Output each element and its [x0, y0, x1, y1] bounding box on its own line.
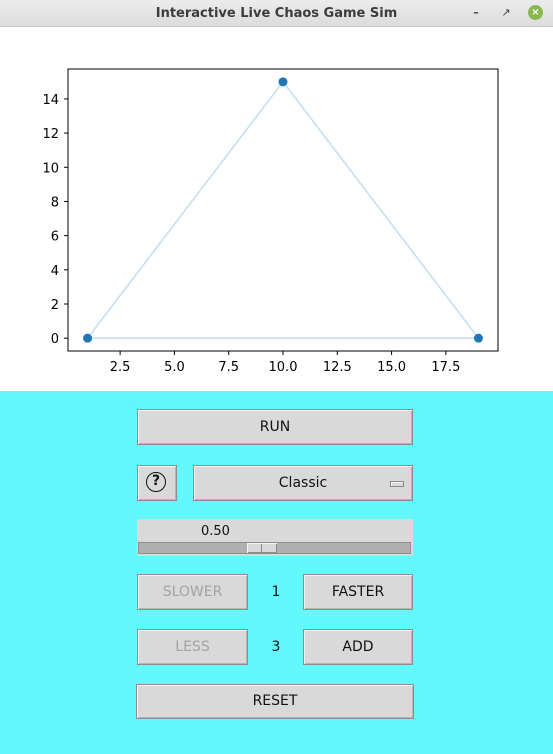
less-button-label: LESS — [175, 639, 210, 655]
chart-canvas: 2.5 5.0 7.5 10.0 12.5 15.0 17.5 0 2 4 6 8 10 12 14 — [42, 68, 499, 375]
run-button-label: RUN — [259, 419, 291, 435]
ratio-scale-handle[interactable] — [246, 543, 277, 553]
add-button-label: ADD — [342, 639, 374, 655]
ratio-scale-value: 0.50 — [201, 524, 230, 539]
chaos-game-plot: 2.5 5.0 7.5 10.0 12.5 15.0 17.5 0 2 4 6 8 10 12 14 — [0, 27, 553, 391]
x-tick-label: 7.5 — [218, 360, 239, 375]
y-tick-label: 6 — [51, 230, 59, 245]
faster-button-label: FASTER — [331, 584, 385, 600]
mode-dropdown-value: Classic — [278, 475, 328, 491]
slower-button-label: SLOWER — [162, 584, 223, 600]
x-tick-label: 10.0 — [269, 360, 298, 375]
dropdown-indicator-icon — [390, 481, 404, 487]
speed-value: 1 — [271, 584, 281, 600]
x-tick-label: 2.5 — [110, 360, 131, 375]
ratio-scale-trough[interactable] — [138, 542, 411, 554]
help-icon: ? — [146, 472, 166, 492]
help-button[interactable]: ? — [137, 465, 177, 501]
maximize-icon[interactable]: ↗ — [498, 5, 514, 21]
vertex-point — [278, 77, 288, 87]
vertex-outline — [85, 80, 481, 339]
slower-button[interactable]: SLOWER — [137, 574, 248, 610]
reset-button[interactable]: RESET — [136, 684, 414, 719]
reset-button-label: RESET — [252, 693, 298, 709]
faster-button[interactable]: FASTER — [303, 574, 413, 610]
less-button[interactable]: LESS — [137, 629, 248, 665]
vertex-point — [473, 333, 483, 343]
axes-frame — [67, 68, 499, 352]
window-titlebar: Interactive Live Chaos Game Sim – ↗ × — [0, 0, 553, 27]
vertex-point — [83, 333, 93, 343]
y-tick-label: 0 — [51, 332, 59, 347]
x-tick-label: 17.5 — [431, 360, 460, 375]
ratio-scale: 0.50 — [137, 519, 413, 556]
add-button[interactable]: ADD — [303, 629, 413, 665]
y-tick-label: 4 — [51, 264, 59, 279]
close-icon[interactable]: × — [528, 5, 543, 20]
x-tick-label: 15.0 — [377, 360, 406, 375]
mode-dropdown[interactable]: Classic — [193, 465, 413, 501]
y-tick-label: 12 — [42, 127, 59, 142]
y-tick-label: 8 — [51, 195, 59, 210]
y-tick-label: 10 — [42, 161, 59, 176]
x-tick-label: 12.5 — [323, 360, 352, 375]
x-tick-label: 5.0 — [164, 360, 185, 375]
y-tick-label: 2 — [51, 298, 59, 313]
vertex-count-value: 3 — [271, 639, 281, 655]
minimize-icon[interactable]: – — [468, 5, 484, 21]
run-button[interactable]: RUN — [137, 409, 413, 445]
y-tick-label: 14 — [42, 93, 59, 108]
